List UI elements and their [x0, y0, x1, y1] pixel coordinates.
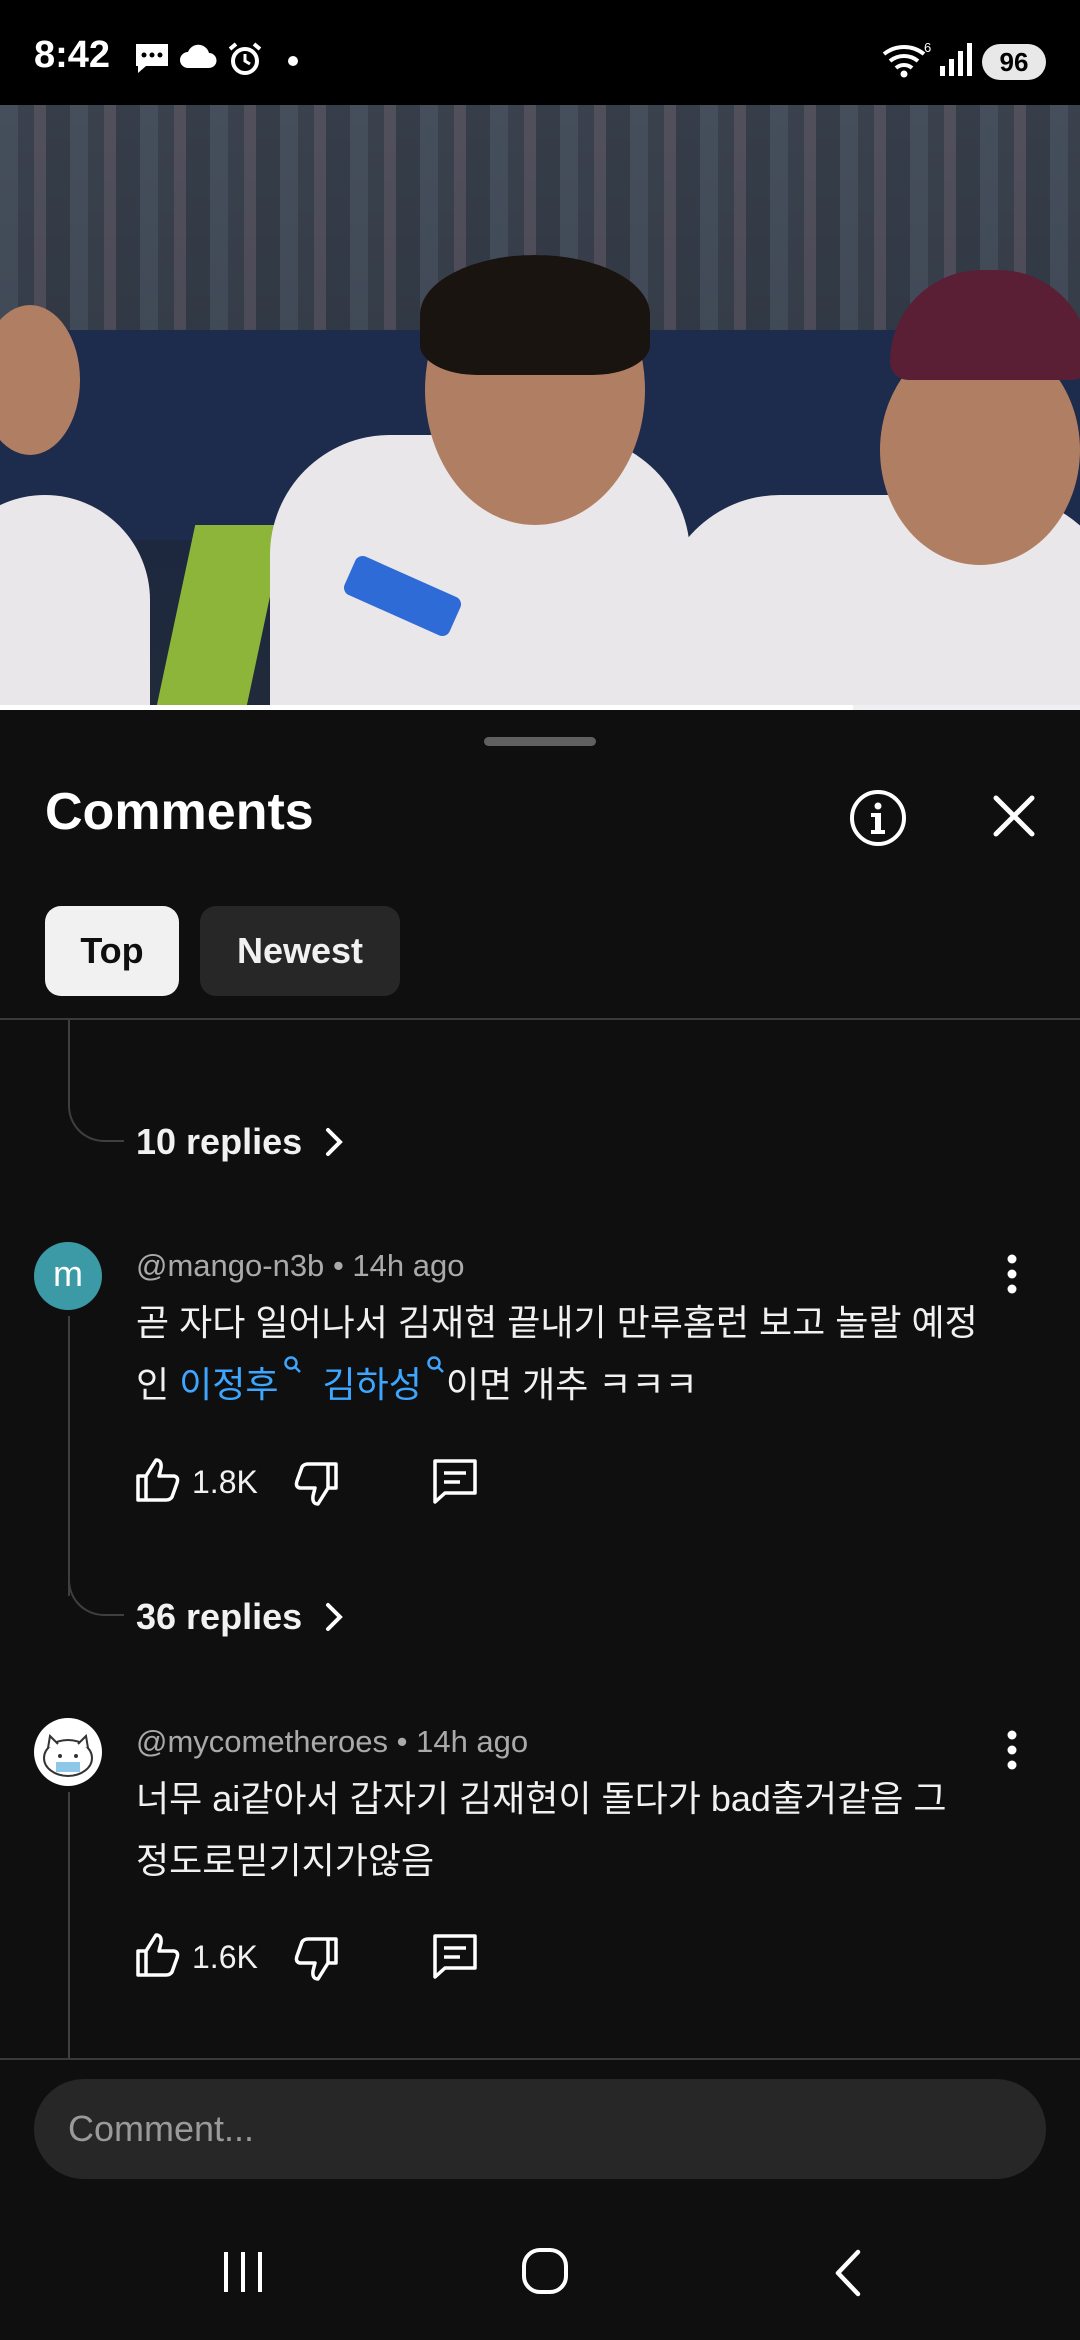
- reply-icon[interactable]: [430, 1456, 480, 1506]
- recents-icon[interactable]: [218, 2250, 268, 2294]
- dislike-icon[interactable]: [292, 1460, 340, 1508]
- comment-time: 14h ago: [352, 1248, 465, 1283]
- alarm-icon: [228, 42, 262, 75]
- search-icon: [283, 1356, 301, 1373]
- like-icon[interactable]: [134, 1931, 182, 1979]
- search-link[interactable]: 이정후: [179, 1356, 302, 1405]
- comment-text-line: 너무 ai같아서 갑자기 김재현이 돌다가 bad출거같음 그: [136, 1778, 947, 1819]
- like-icon[interactable]: [134, 1456, 182, 1504]
- cat-avatar-icon: [43, 1733, 93, 1777]
- reply-icon[interactable]: [430, 1931, 480, 1981]
- comment-time: 14h ago: [416, 1724, 529, 1759]
- video-progress-fill: [0, 705, 854, 710]
- close-icon[interactable]: [988, 790, 1040, 842]
- chip-top[interactable]: Top: [45, 906, 179, 996]
- comment-author[interactable]: @mango-n3b • 14h ago: [136, 1248, 464, 1284]
- search-link-label[interactable]: 이정후: [179, 1364, 278, 1405]
- status-time: 8:42: [34, 34, 111, 76]
- comment-text: 너무 ai같아서 갑자기 김재현이 돌다가 bad출거같음 그 정도로믿기지가않…: [136, 1768, 1016, 1892]
- search-link[interactable]: 김하성: [323, 1356, 446, 1405]
- comment-author-handle[interactable]: @mycometheroes: [136, 1724, 388, 1759]
- info-icon[interactable]: [848, 788, 908, 848]
- divider: [0, 2058, 1080, 2060]
- thread-line: [68, 1792, 70, 2058]
- comment-author-handle[interactable]: @mango-n3b: [136, 1248, 324, 1283]
- comment-text-segment: 이면 개추 ㅋㅋㅋ: [445, 1364, 698, 1405]
- comment-text-line: 인 이정후 김하성 이면 개추 ㅋㅋㅋ: [136, 1354, 1016, 1416]
- cloud-icon: [180, 44, 217, 68]
- dislike-icon[interactable]: [292, 1935, 340, 1983]
- comment-text-line: 정도로믿기지가않음: [136, 1840, 435, 1881]
- search-link-label[interactable]: 김하성: [323, 1364, 422, 1405]
- comment-input[interactable]: Comment...: [34, 2079, 1046, 2179]
- like-count: 1.6K: [192, 1939, 258, 1975]
- video-player-center-hair: [420, 255, 650, 375]
- drag-handle[interactable]: [484, 737, 596, 746]
- more-vert-icon[interactable]: [1000, 1728, 1024, 1772]
- dot-icon: [288, 56, 298, 66]
- comment-text-segment: 인: [136, 1364, 180, 1405]
- video-player[interactable]: [0, 105, 1080, 710]
- wifi-icon: 6: [882, 40, 931, 78]
- home-icon[interactable]: [520, 2246, 570, 2296]
- comment-text: 곧 자다 일어나서 김재현 끝내기 만루홈런 보고 놀랄 예정 인 이정후 김하…: [136, 1292, 1016, 1416]
- avatar[interactable]: m: [34, 1242, 102, 1310]
- comments-title: Comments: [45, 783, 314, 841]
- chevron-right-icon: [326, 1128, 343, 1156]
- comment-text-line: 곧 자다 일어나서 김재현 끝내기 만루홈런 보고 놀랄 예정: [136, 1302, 978, 1343]
- replies-link[interactable]: 36 replies: [136, 1596, 302, 1638]
- separator-dot: •: [332, 1248, 353, 1283]
- like-count: 1.8K: [192, 1464, 258, 1500]
- avatar[interactable]: [34, 1718, 102, 1786]
- divider: [0, 1018, 1080, 1020]
- replies-link[interactable]: 10 replies: [136, 1121, 302, 1163]
- signal-icon: [940, 43, 972, 76]
- search-icon: [427, 1356, 444, 1373]
- battery-indicator: 96: [982, 44, 1046, 80]
- message-icon: [136, 44, 168, 73]
- chip-newest[interactable]: Newest: [200, 906, 400, 996]
- video-banner: [154, 525, 286, 710]
- chevron-right-icon: [326, 1603, 343, 1631]
- back-icon[interactable]: [830, 2248, 866, 2298]
- separator-dot: •: [396, 1724, 417, 1759]
- more-vert-icon[interactable]: [1000, 1252, 1024, 1296]
- comment-author[interactable]: @mycometheroes • 14h ago: [136, 1724, 528, 1760]
- svg-text:6: 6: [924, 40, 931, 55]
